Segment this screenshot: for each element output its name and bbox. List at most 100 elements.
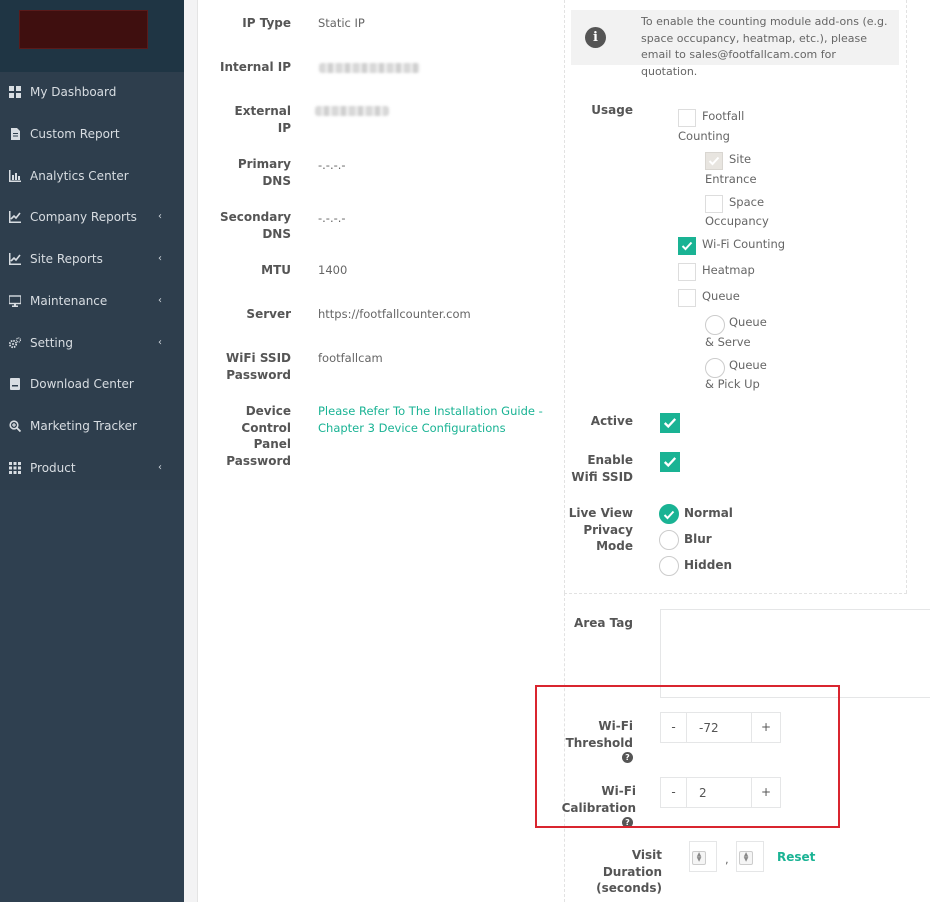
download-icon [10, 378, 20, 390]
check-icon [663, 457, 677, 468]
ip-type-value: Static IP [318, 16, 365, 30]
sidebar-item-marketing-tracker[interactable]: Marketing Tracker [0, 405, 184, 447]
queue-serve-radio[interactable] [705, 315, 725, 335]
site-entrance-label-2: Entrance [705, 172, 757, 186]
check-icon [708, 156, 720, 166]
info-alert: i To enable the counting module add-ons … [571, 10, 899, 78]
space-occupancy-label-1: Space [729, 195, 765, 209]
sidebar-item-maintenance[interactable]: Maintenance ‹ [0, 280, 184, 322]
chevron-left-icon: ‹ [158, 336, 162, 348]
visit-duration-min-input[interactable]: ▲ ▼ [689, 841, 717, 872]
info-alert-text: To enable the counting module add-ons (e… [641, 15, 888, 78]
queue-pickup-label-1: Queue [729, 358, 767, 372]
queue-serve-label-2: & Serve [705, 335, 751, 349]
sidebar-item-label: Custom Report [30, 127, 120, 141]
privacy-blur-label: Blur [684, 532, 712, 546]
external-ip-label: External IP [234, 104, 291, 135]
live-view-privacy-mode-label: Live View Privacy Mode [568, 506, 633, 553]
site-entrance-checkbox[interactable] [705, 152, 723, 170]
active-checkbox[interactable] [660, 413, 680, 433]
installation-guide-link[interactable]: Please Refer To The Installation Guide -… [318, 403, 544, 436]
ip-type-label: IP Type [242, 16, 291, 30]
cogs-icon [9, 337, 21, 349]
server-value: https://footfallcounter.com [318, 307, 471, 321]
heatmap-label: Heatmap [702, 263, 755, 277]
footfall-counting-label-2: Counting [678, 129, 730, 143]
dashboard-icon [9, 86, 21, 98]
wifi-counting-label: Wi-Fi Counting [702, 237, 786, 251]
sidebar-item-label: Setting [30, 336, 73, 350]
sidebar-item-label: Download Center [30, 377, 134, 391]
chevron-left-icon: ‹ [158, 294, 162, 306]
heatmap-checkbox[interactable] [678, 263, 696, 281]
bar-chart-icon [9, 170, 21, 182]
queue-serve-label-1: Queue [729, 315, 767, 329]
usage-label: Usage [591, 103, 633, 117]
sidebar-item-label: Company Reports [30, 210, 137, 224]
internal-ip-value [319, 63, 420, 73]
sidebar-item-site-reports[interactable]: Site Reports ‹ [0, 238, 184, 280]
wifi-counting-checkbox[interactable] [678, 237, 696, 255]
visit-duration-max-input[interactable]: ▲ ▼ [736, 841, 764, 872]
reset-link[interactable]: Reset [777, 850, 815, 864]
check-icon [681, 241, 693, 251]
file-icon [11, 128, 20, 140]
queue-label: Queue [702, 289, 740, 303]
sidebar-item-label: Analytics Center [30, 169, 129, 183]
privacy-hidden-label: Hidden [684, 558, 733, 572]
sidebar-item-custom-report[interactable]: Custom Report [0, 113, 184, 155]
internal-ip-label: Internal IP [220, 60, 291, 74]
company-logo[interactable] [19, 10, 148, 49]
grid-icon [9, 462, 21, 474]
check-icon [663, 418, 677, 429]
sidebar-item-label: My Dashboard [30, 85, 117, 99]
line-chart-icon [9, 253, 21, 265]
column-divider [906, 0, 907, 593]
privacy-hidden-radio[interactable] [659, 556, 679, 576]
highlight-annotation [535, 685, 840, 828]
footfall-counting-checkbox[interactable] [678, 109, 696, 127]
sidebar-item-analytics-center[interactable]: Analytics Center [0, 155, 184, 197]
primary-dns-value: -.-.-.- [318, 158, 346, 172]
sidebar-header [0, 0, 184, 72]
wifi-ssid-password-label: WiFi SSID Password [225, 351, 291, 382]
enable-wifi-ssid-checkbox[interactable] [660, 452, 680, 472]
queue-pickup-label-2: & Pick Up [705, 377, 760, 391]
privacy-blur-radio[interactable] [659, 530, 679, 550]
sidebar-item-product[interactable]: Product ‹ [0, 447, 184, 489]
sidebar-item-label: Marketing Tracker [30, 419, 137, 433]
wifi-ssid-password-value: footfallcam [318, 351, 383, 365]
line-chart-icon [9, 211, 21, 223]
section-divider [564, 593, 907, 594]
device-control-panel-password-label: Device Control Panel Password [226, 404, 291, 468]
space-occupancy-checkbox[interactable] [705, 195, 723, 213]
sidebar-item-company-reports[interactable]: Company Reports ‹ [0, 196, 184, 238]
privacy-normal-label: Normal [684, 506, 733, 520]
sidebar-item-download-center[interactable]: Download Center [0, 363, 184, 405]
info-circle-icon: i [585, 27, 606, 48]
space-occupancy-label-2: Occupancy [705, 214, 769, 228]
sidebar-item-label: Product [30, 461, 76, 475]
chevron-left-icon: ‹ [158, 252, 162, 264]
active-label: Active [590, 414, 633, 428]
mtu-value: 1400 [318, 263, 348, 277]
spinner-arrows-icon: ▲ ▼ [692, 851, 706, 865]
sidebar-item-setting[interactable]: Setting ‹ [0, 322, 184, 364]
queue-checkbox[interactable] [678, 289, 696, 307]
sidebar-item-my-dashboard[interactable]: My Dashboard [0, 71, 184, 113]
area-tag-label: Area Tag [574, 616, 633, 630]
site-entrance-label-1: Site [729, 152, 752, 166]
visit-duration-label: Visit Duration (seconds) [596, 848, 662, 895]
column-divider [564, 0, 565, 593]
desktop-icon [9, 295, 21, 307]
check-icon [663, 510, 675, 520]
primary-dns-label: Primary DNS [237, 157, 291, 188]
enable-wifi-ssid-label: Enable Wifi SSID [571, 453, 633, 484]
chevron-left-icon: ‹ [158, 210, 162, 222]
spinner-arrows-icon: ▲ ▼ [739, 851, 753, 865]
sidebar-item-label: Site Reports [30, 252, 103, 266]
visit-duration-separator: , [725, 852, 729, 866]
secondary-dns-label: Secondary DNS [220, 210, 292, 241]
privacy-normal-radio[interactable] [659, 504, 679, 524]
content-edge [184, 0, 198, 902]
